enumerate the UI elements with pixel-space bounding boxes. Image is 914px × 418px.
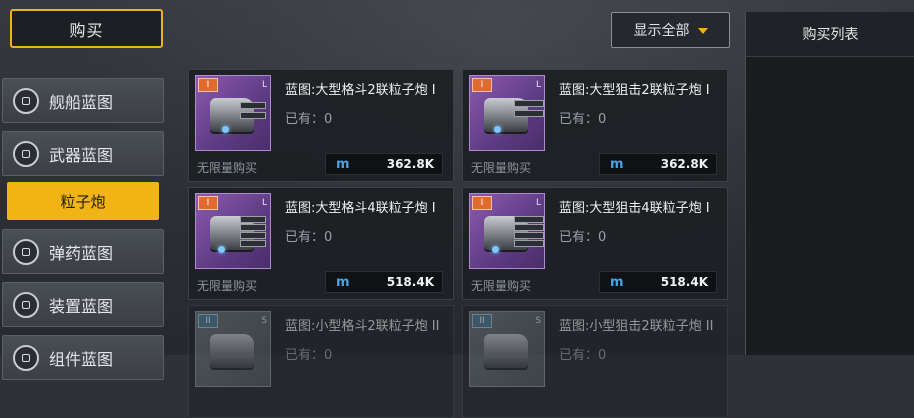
owned-count: 已有：0 bbox=[285, 348, 333, 363]
sidebar-item-weapon-blueprints[interactable]: 武器蓝图 bbox=[2, 131, 164, 176]
price-value: 362.8K bbox=[386, 157, 434, 171]
item-thumbnail: I L bbox=[469, 193, 545, 269]
component-icon bbox=[13, 344, 39, 371]
purchase-limit: 无限量购买 bbox=[197, 279, 258, 293]
device-icon bbox=[13, 291, 39, 318]
glow-dot bbox=[494, 126, 501, 133]
sidebar-item-label: 组件蓝图 bbox=[49, 349, 114, 369]
tier-badge: I bbox=[472, 78, 492, 92]
glow-dot bbox=[492, 246, 499, 253]
sidebar-item-label: 舰船蓝图 bbox=[49, 92, 114, 112]
blueprint-card[interactable]: II S 蓝图:小型格斗2联粒子炮 II 已有：0 bbox=[188, 305, 454, 418]
size-class-label: L bbox=[535, 198, 541, 208]
buy-tab[interactable]: 购买 bbox=[10, 9, 163, 48]
item-name: 蓝图:大型狙击2联粒子炮 I bbox=[559, 83, 710, 98]
barrel-shape bbox=[240, 240, 266, 247]
barrel-shape bbox=[514, 216, 544, 223]
glow-dot bbox=[218, 246, 225, 253]
sidebar-item-label: 武器蓝图 bbox=[49, 145, 114, 165]
ship-icon bbox=[13, 87, 39, 114]
price-value: 518.4K bbox=[386, 275, 434, 289]
size-class-label: L bbox=[261, 80, 267, 90]
purchase-limit: 无限量购买 bbox=[471, 161, 532, 175]
item-thumbnail: I L bbox=[469, 75, 545, 151]
ammo-icon bbox=[13, 238, 39, 265]
owned-count: 已有：0 bbox=[559, 112, 607, 127]
chevron-down-icon bbox=[697, 28, 708, 34]
price-value: 518.4K bbox=[660, 275, 708, 289]
blueprint-card[interactable]: I L 蓝图:大型狙击2联粒子炮 I 已有：0 无限量购买 m 362.8K bbox=[462, 69, 728, 182]
blueprint-card[interactable]: II S 蓝图:小型狙击2联粒子炮 II 已有：0 bbox=[462, 305, 728, 418]
size-class-label: S bbox=[261, 316, 267, 326]
tier-badge: I bbox=[472, 196, 492, 210]
owned-count: 已有：0 bbox=[285, 230, 333, 245]
barrel-shape bbox=[514, 240, 544, 247]
sidebar-subitem-particle-cannon[interactable]: 粒子炮 bbox=[7, 182, 159, 220]
barrel-shape bbox=[514, 232, 544, 239]
m-currency-icon: m bbox=[336, 156, 350, 172]
item-name: 蓝图:小型狙击2联粒子炮 II bbox=[559, 319, 714, 334]
purchase-list-title: 购买列表 bbox=[746, 12, 914, 57]
item-thumbnail: II S bbox=[469, 311, 545, 387]
m-currency-icon: m bbox=[610, 274, 624, 290]
filter-label: 显示全部 bbox=[633, 23, 690, 39]
price-box[interactable]: m 362.8K bbox=[325, 153, 443, 175]
item-thumbnail: II S bbox=[195, 311, 271, 387]
size-class-label: L bbox=[535, 80, 541, 90]
purchase-limit: 无限量购买 bbox=[197, 161, 258, 175]
item-thumbnail: I L bbox=[195, 75, 271, 151]
barrel-shape bbox=[514, 100, 544, 107]
size-class-label: L bbox=[261, 198, 267, 208]
barrel-shape bbox=[240, 232, 266, 239]
purchase-limit: 无限量购买 bbox=[471, 279, 532, 293]
tier-badge: II bbox=[472, 314, 492, 328]
price-box[interactable]: m 518.4K bbox=[325, 271, 443, 293]
size-class-label: S bbox=[535, 316, 541, 326]
barrel-shape bbox=[514, 110, 544, 117]
weapon-icon bbox=[13, 140, 39, 167]
item-thumbnail: I L bbox=[195, 193, 271, 269]
item-name: 蓝图:大型格斗4联粒子炮 I bbox=[285, 201, 436, 216]
sidebar-item-component-blueprints[interactable]: 组件蓝图 bbox=[2, 335, 164, 380]
blueprint-card[interactable]: I L 蓝图:大型格斗2联粒子炮 I 已有：0 无限量购买 m 362.8K bbox=[188, 69, 454, 182]
sidebar-item-label: 弹药蓝图 bbox=[49, 243, 114, 263]
turret-icon bbox=[484, 334, 528, 368]
item-name: 蓝图:大型狙击4联粒子炮 I bbox=[559, 201, 710, 216]
sidebar-item-device-blueprints[interactable]: 装置蓝图 bbox=[2, 282, 164, 327]
glow-dot bbox=[222, 126, 229, 133]
m-currency-icon: m bbox=[610, 156, 624, 172]
barrel-shape bbox=[514, 224, 544, 231]
sidebar-item-ammo-blueprints[interactable]: 弹药蓝图 bbox=[2, 229, 164, 274]
owned-count: 已有：0 bbox=[559, 230, 607, 245]
barrel-shape bbox=[240, 224, 266, 231]
price-value: 362.8K bbox=[660, 157, 708, 171]
filter-dropdown[interactable]: 显示全部 bbox=[611, 12, 730, 48]
sidebar-item-label: 装置蓝图 bbox=[49, 296, 114, 316]
barrel-shape bbox=[240, 102, 266, 109]
price-box[interactable]: m 362.8K bbox=[599, 153, 717, 175]
tier-badge: II bbox=[198, 314, 218, 328]
tier-badge: I bbox=[198, 78, 218, 92]
blueprint-card[interactable]: I L 蓝图:大型格斗4联粒子炮 I 已有：0 无限量购买 m 518.4K bbox=[188, 187, 454, 300]
turret-icon bbox=[210, 334, 254, 368]
buy-tab-label: 购买 bbox=[69, 20, 104, 40]
purchase-list-panel: 购买列表 bbox=[745, 12, 914, 355]
owned-count: 已有：0 bbox=[285, 112, 333, 127]
tier-badge: I bbox=[198, 196, 218, 210]
barrel-shape bbox=[240, 216, 266, 223]
blueprint-card[interactable]: I L 蓝图:大型狙击4联粒子炮 I 已有：0 无限量购买 m 518.4K bbox=[462, 187, 728, 300]
item-name: 蓝图:大型格斗2联粒子炮 I bbox=[285, 83, 436, 98]
m-currency-icon: m bbox=[336, 274, 350, 290]
owned-count: 已有：0 bbox=[559, 348, 607, 363]
price-box[interactable]: m 518.4K bbox=[599, 271, 717, 293]
sidebar-item-ship-blueprints[interactable]: 舰船蓝图 bbox=[2, 78, 164, 123]
item-name: 蓝图:小型格斗2联粒子炮 II bbox=[285, 319, 440, 334]
barrel-shape bbox=[240, 112, 266, 119]
